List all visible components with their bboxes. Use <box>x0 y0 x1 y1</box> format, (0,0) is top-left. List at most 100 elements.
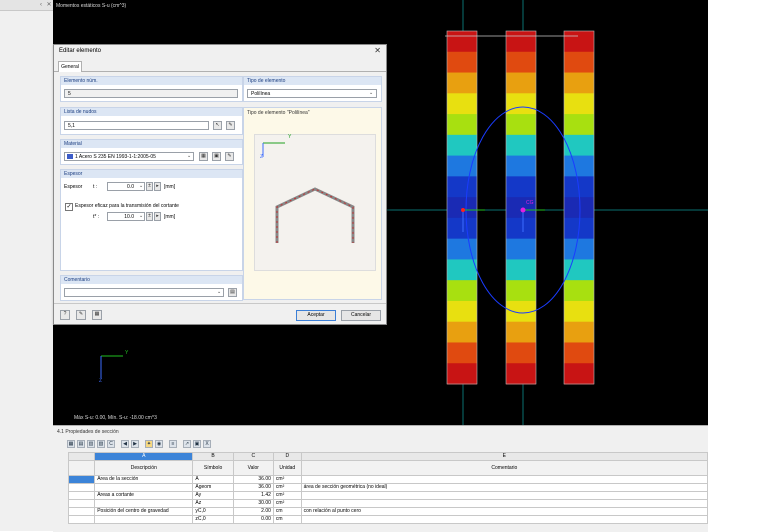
cell-description[interactable]: Área de la sección <box>94 475 194 484</box>
cell-comment[interactable]: con relación al punto cero <box>300 507 709 516</box>
pick-nodes-icon[interactable]: ↖ <box>213 121 222 130</box>
stress-band <box>506 93 536 115</box>
cell-symbol[interactable]: zC,0 <box>192 515 234 524</box>
table-prev-icon[interactable]: ◀ <box>121 440 129 448</box>
table-print-icon[interactable]: ▣ <box>193 440 201 448</box>
table-row[interactable]: Áreas a cortante Ay 1.42 cm² <box>67 491 709 500</box>
cell-value[interactable]: 36.00 <box>232 483 274 492</box>
table-row[interactable]: Posición del centro de gravedad yC,0 2.0… <box>67 507 709 516</box>
cell-value[interactable]: 2.00 <box>232 507 274 516</box>
row-selector[interactable] <box>67 475 96 484</box>
pin-icon[interactable]: ‹ <box>38 2 44 8</box>
table-copy-icon[interactable]: C <box>107 440 115 448</box>
cell-description[interactable] <box>94 499 194 508</box>
comment-group: Comentario ⌄ ▤ <box>60 275 243 301</box>
cell-symbol[interactable]: Ay <box>192 491 234 500</box>
chevron-down-icon[interactable]: ⌄ <box>369 90 373 96</box>
cell-comment[interactable] <box>300 491 709 500</box>
cell-description[interactable] <box>94 483 194 492</box>
cell-value[interactable]: 36.00 <box>232 475 274 484</box>
thickness-arrow-icon[interactable]: ▸ <box>154 182 161 191</box>
cell-unit[interactable]: cm <box>272 507 302 516</box>
ok-button[interactable]: Aceptar <box>296 310 336 321</box>
cell-description[interactable] <box>94 515 194 524</box>
table-rows-icon[interactable]: ▧ <box>97 440 105 448</box>
row-selector[interactable] <box>67 483 96 492</box>
column-header-b[interactable]: B <box>192 452 234 461</box>
table-filter-icon[interactable]: ▤ <box>77 440 85 448</box>
axis-y-label: Y <box>125 350 129 356</box>
shear-thickness-stepper[interactable]: ± <box>146 212 153 221</box>
chevron-down-icon[interactable]: ⌄ <box>217 289 221 295</box>
table-next-icon[interactable]: ▶ <box>131 440 139 448</box>
table-settings-icon[interactable]: ≡ <box>169 440 177 448</box>
info-icon[interactable]: ✎ <box>76 310 86 320</box>
cell-comment[interactable] <box>300 499 709 508</box>
row-header-corner <box>67 452 96 461</box>
cell-symbol[interactable]: Az <box>192 499 234 508</box>
effective-thickness-checkbox[interactable]: ✓ <box>65 203 73 211</box>
section-properties-table: A B C D E Descripción Símbolo Valor Unid… <box>67 452 709 524</box>
material-library-icon[interactable]: ▦ <box>199 152 208 161</box>
table-excel-icon[interactable]: X <box>203 440 211 448</box>
cell-unit[interactable]: cm² <box>272 499 302 508</box>
chevron-down-icon[interactable]: ⌄ <box>139 213 143 219</box>
cell-comment[interactable] <box>300 515 709 524</box>
table-graph-icon[interactable]: ↗ <box>183 440 191 448</box>
element-number-label: Elemento núm. <box>61 77 242 85</box>
comment-input[interactable] <box>64 288 224 297</box>
cell-comment[interactable]: área de sección geométrica (no ideal) <box>300 483 709 492</box>
table-row[interactable]: Área de la sección A 36.00 cm² <box>67 475 709 484</box>
cancel-button[interactable]: Cancelar <box>341 310 381 321</box>
table-row[interactable]: Ageom 36.00 cm² área de sección geométri… <box>67 483 709 492</box>
select-icon[interactable]: ▦ <box>92 310 102 320</box>
close-icon[interactable]: ✕ <box>46 2 52 8</box>
table-row[interactable]: Az 30.00 cm² <box>67 499 709 508</box>
row-selector[interactable] <box>67 507 96 516</box>
dialog-close-icon[interactable]: ✕ <box>374 46 381 55</box>
table-row[interactable]: zC,0 0.00 cm <box>67 515 709 524</box>
material-new-icon[interactable]: ▣ <box>212 152 221 161</box>
material-select[interactable]: 1 Acero S 235 EN 1993-1-1:2005-05 <box>64 152 194 161</box>
row-selector[interactable] <box>67 491 96 500</box>
column-header-c[interactable]: C <box>232 452 274 461</box>
cell-symbol[interactable]: yC,0 <box>192 507 234 516</box>
header-comment: Comentario <box>300 460 709 476</box>
material-edit-icon[interactable]: ✎ <box>225 152 234 161</box>
cell-unit[interactable]: cm² <box>272 483 302 492</box>
cell-value[interactable]: 30.00 <box>232 499 274 508</box>
cell-comment[interactable] <box>300 475 709 484</box>
section-properties-panel: 4.1 Propiedades de sección ▦ ▤ ▥ ▧ C ◀ ▶… <box>53 425 709 532</box>
cell-symbol[interactable]: Ageom <box>192 483 234 492</box>
cell-value[interactable]: 0.00 <box>232 515 274 524</box>
table-view-icon[interactable]: ◉ <box>155 440 163 448</box>
row-selector[interactable] <box>67 499 96 508</box>
chevron-down-icon[interactable]: ⌄ <box>187 153 191 159</box>
column-header-d[interactable]: D <box>272 452 302 461</box>
cell-unit[interactable]: cm² <box>272 475 302 484</box>
node-list-input[interactable]: 5,1 <box>64 121 209 130</box>
table-columns-icon[interactable]: ▥ <box>87 440 95 448</box>
cell-description[interactable]: Posición del centro de gravedad <box>94 507 194 516</box>
thickness-unit: [mm] <box>164 184 176 190</box>
element-type-select[interactable]: Polilínea <box>247 89 377 98</box>
table-highlight-icon[interactable]: ✦ <box>145 440 153 448</box>
edit-nodes-icon[interactable]: ✎ <box>226 121 235 130</box>
element-number-field[interactable]: 5 <box>64 89 238 98</box>
row-selector[interactable] <box>67 515 96 524</box>
cell-unit[interactable]: cm² <box>272 491 302 500</box>
tab-general[interactable]: General <box>58 61 82 72</box>
column-header-e[interactable]: E <box>300 452 709 461</box>
chevron-down-icon[interactable]: ⌄ <box>139 183 143 189</box>
cell-symbol[interactable]: A <box>192 475 234 484</box>
cell-unit[interactable]: cm <box>272 515 302 524</box>
help-icon[interactable]: ? <box>60 310 70 320</box>
comment-library-icon[interactable]: ▤ <box>228 288 237 297</box>
shear-thickness-arrow-icon[interactable]: ▸ <box>154 212 161 221</box>
cell-description[interactable]: Áreas a cortante <box>94 491 194 500</box>
column-header-a[interactable]: A <box>94 452 194 461</box>
table-export-icon[interactable]: ▦ <box>67 440 75 448</box>
row-header-blank <box>67 460 96 476</box>
cell-value[interactable]: 1.42 <box>232 491 274 500</box>
thickness-stepper[interactable]: ± <box>146 182 153 191</box>
